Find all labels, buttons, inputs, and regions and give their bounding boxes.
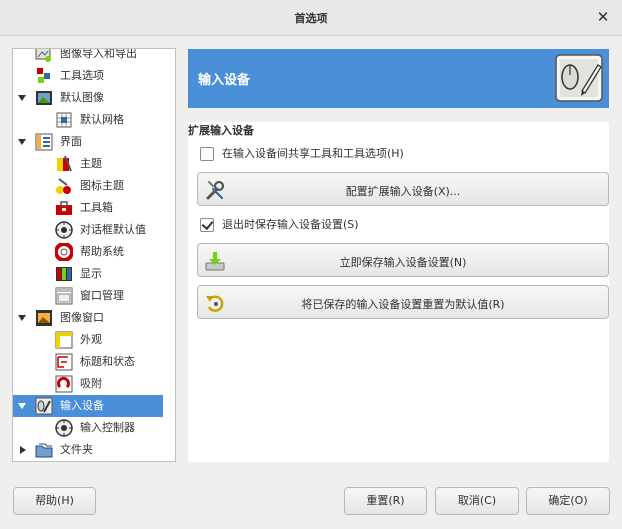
collapse-arrow-icon[interactable]: [18, 403, 26, 409]
save-on-exit-checkbox[interactable]: [200, 218, 214, 232]
tree-item[interactable]: 默认图像: [13, 87, 163, 109]
tree-item-label: 吸附: [80, 377, 102, 390]
image-window-icon: [36, 310, 52, 326]
dialog-defaults-icon: [55, 221, 73, 239]
collapse-arrow-icon[interactable]: [18, 139, 26, 145]
tree-item[interactable]: 吸附: [13, 373, 163, 395]
tree-item-label: 图像窗口: [60, 311, 104, 324]
toolbox-icon: [56, 201, 72, 215]
preferences-tree: 图像导入和导出 工具选项默认图像默认网格界面主题图标主题工具箱对话框默认值 帮助系统…: [12, 48, 176, 462]
configure-extended-input-button[interactable]: 配置扩展输入设备(X)...: [197, 172, 609, 206]
help-system-icon: [55, 243, 73, 261]
tree-item-label: 显示: [80, 267, 102, 280]
cancel-button[interactable]: 取消(C): [435, 487, 519, 515]
theme-icon: [57, 155, 72, 172]
title-status-icon: [55, 353, 73, 371]
help-button[interactable]: 帮助(H): [13, 487, 96, 515]
tree-item[interactable]: 帮助系统: [13, 241, 163, 263]
close-icon[interactable]: ✕: [594, 8, 612, 26]
tree-item[interactable]: 工具箱: [13, 197, 163, 219]
share-tools-checkbox[interactable]: [200, 147, 214, 161]
tree-item[interactable]: 图像窗口: [13, 307, 163, 329]
tree-item-label: 默认网格: [80, 113, 124, 126]
tree-item[interactable]: 窗口管理: [13, 285, 163, 307]
input-devices-icon: [35, 397, 53, 415]
window-title: 首选项: [294, 12, 328, 25]
image-import-export-icon: [35, 49, 51, 62]
tool-options-icon: [37, 68, 50, 83]
tree-item-label: 帮助系统: [80, 245, 124, 258]
collapse-arrow-icon[interactable]: [18, 95, 26, 101]
tree-item-label: 默认图像: [60, 91, 104, 104]
window-management-icon: [55, 287, 73, 305]
icon-theme-icon: [56, 178, 71, 194]
tree-item[interactable]: 文件夹: [13, 439, 163, 461]
save-on-exit-checkbox-row[interactable]: 退出时保存输入设备设置(S): [200, 217, 400, 235]
tree-item-label: 图像导入和导出: [60, 48, 137, 60]
tree-item[interactable]: 外观: [13, 329, 163, 351]
page-title: 输入设备: [198, 73, 251, 88]
configure-extended-input-label: 配置扩展输入设备(X)...: [345, 185, 461, 198]
tree-item[interactable]: 图标主题: [13, 175, 163, 197]
ok-button[interactable]: 确定(O): [526, 487, 610, 515]
tree-item-label: 输入设备: [60, 399, 104, 412]
tree-item-label: 文件夹: [60, 443, 93, 456]
reset-button[interactable]: 重置(R): [344, 487, 427, 515]
tree-item[interactable]: 输入设备: [13, 395, 163, 417]
input-controllers-icon: [55, 419, 73, 437]
input-devices-panel: 扩展输入设备 在输入设备间共享工具和工具选项(H) 配置扩展输入设备(X)...…: [188, 122, 609, 462]
tree-item-label: 界面: [60, 135, 82, 148]
expand-arrow-icon[interactable]: [20, 446, 26, 454]
display-icon: [56, 267, 72, 281]
tree-item[interactable]: 标题和状态: [13, 351, 163, 373]
tree-item[interactable]: 主题: [13, 153, 163, 175]
appearance-icon: [55, 331, 73, 349]
tree-item[interactable]: 图像导入和导出: [13, 48, 163, 65]
input-devices-large-icon: [555, 54, 603, 102]
default-grid-icon: [56, 112, 72, 128]
tree-item-label: 工具箱: [80, 201, 113, 214]
tree-item[interactable]: 输入控制器: [13, 417, 163, 439]
title-bar: 首选项 ✕: [0, 0, 622, 36]
reset-input-settings-button[interactable]: 将已保存的输入设备设置重置为默认值(R): [197, 285, 609, 319]
tree-item-label: 输入控制器: [80, 421, 135, 434]
folders-icon: [35, 443, 53, 458]
tree-item[interactable]: 工具选项: [13, 65, 163, 87]
reset-input-settings-label: 将已保存的输入设备设置重置为默认值(R): [301, 298, 505, 311]
snapping-icon: [55, 375, 73, 393]
tree-item-label: 工具选项: [60, 69, 104, 82]
tree-item-label: 图标主题: [80, 179, 124, 192]
tree-item-label: 窗口管理: [80, 289, 124, 302]
tree-item[interactable]: 显示: [13, 263, 163, 285]
tree-item-label: 标题和状态: [80, 355, 135, 368]
tree-item-label: 对话框默认值: [80, 223, 146, 236]
share-tools-checkbox-row[interactable]: 在输入设备间共享工具和工具选项(H): [200, 146, 460, 164]
tree-item[interactable]: 对话框默认值: [13, 219, 163, 241]
tree-item[interactable]: 默认网格: [13, 109, 163, 131]
default-image-icon: [36, 91, 52, 105]
tree-item[interactable]: 界面: [13, 131, 163, 153]
interface-icon: [35, 133, 53, 151]
tree-item-label: 主题: [80, 157, 102, 170]
section-title: 扩展输入设备: [188, 124, 254, 137]
page-header: 输入设备: [188, 49, 609, 108]
save-input-settings-now-button[interactable]: 立即保存输入设备设置(N): [197, 243, 609, 277]
tree-item-label: 外观: [80, 333, 102, 346]
save-on-exit-label[interactable]: 退出时保存输入设备设置(S): [222, 217, 359, 233]
share-tools-label[interactable]: 在输入设备间共享工具和工具选项(H): [222, 146, 404, 162]
save-input-settings-now-label: 立即保存输入设备设置(N): [339, 256, 467, 269]
collapse-arrow-icon[interactable]: [18, 315, 26, 321]
